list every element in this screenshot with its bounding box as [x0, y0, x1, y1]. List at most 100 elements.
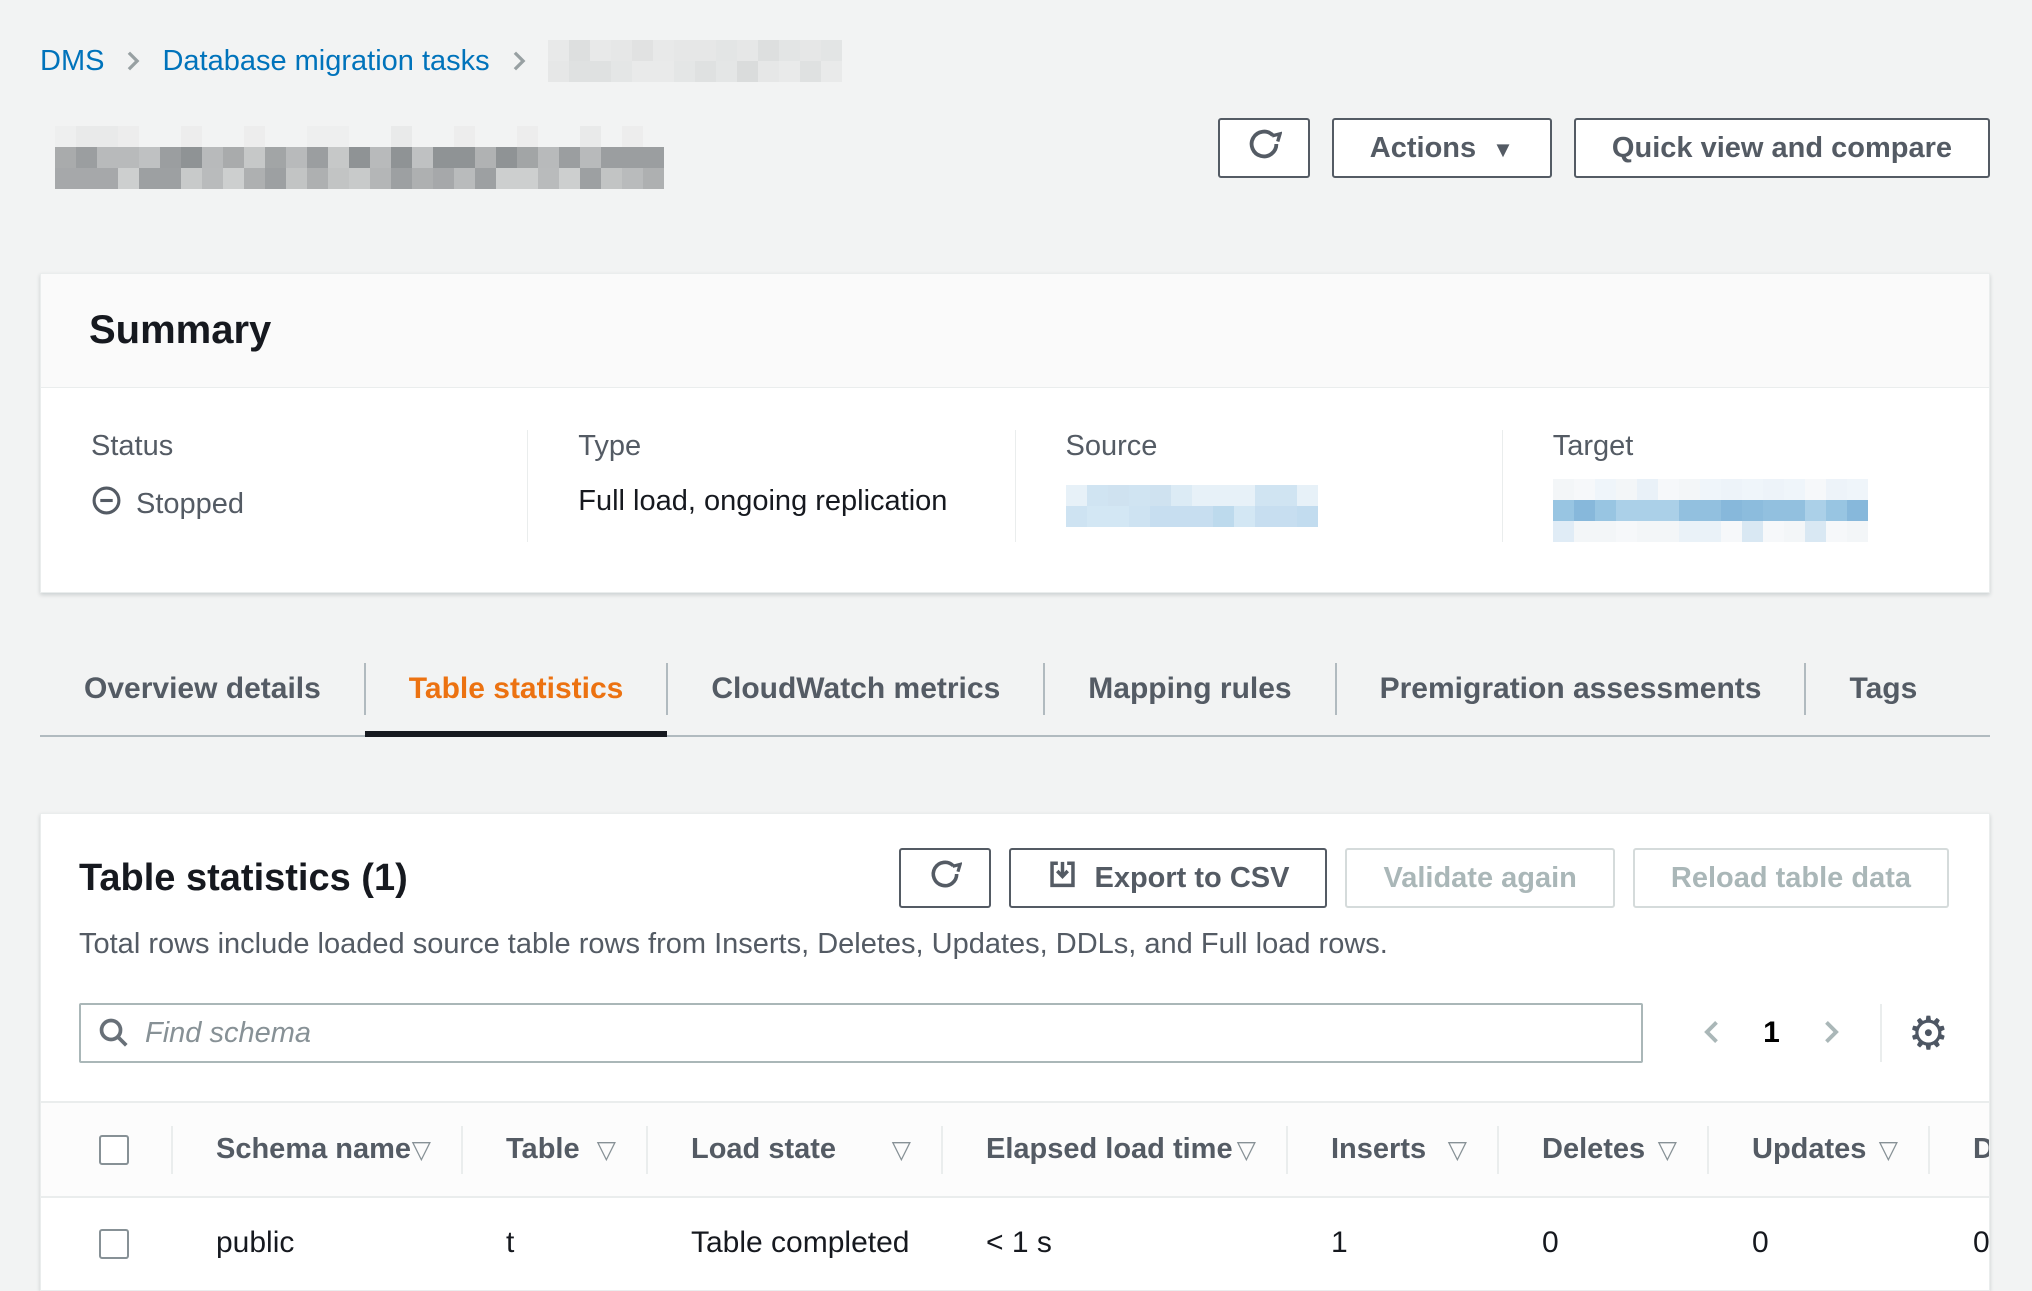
- cell-inserts: 1: [1286, 1197, 1497, 1290]
- statistics-table: Schema name ▽ Table ▽ Load state ▽ Ela: [41, 1101, 1990, 1290]
- summary-field-source: Source: [1015, 430, 1502, 542]
- table-row: public t Table completed < 1 s 1 0 0 0: [41, 1197, 1990, 1290]
- summary-card: Summary Status Stopped Type Full load, o…: [40, 273, 1990, 593]
- tab-mapping-rules[interactable]: Mapping rules: [1044, 643, 1335, 735]
- dms-task-page: DMS Database migration tasks Actions: [0, 0, 2032, 1291]
- actions-button-label: Actions: [1370, 132, 1476, 165]
- cell-table: t: [461, 1197, 646, 1290]
- tab-tags[interactable]: Tags: [1805, 643, 1961, 735]
- summary-card-header: Summary: [41, 274, 1989, 388]
- breadcrumb-item-dms[interactable]: DMS: [40, 45, 104, 78]
- tab-table-statistics[interactable]: Table statistics: [365, 643, 668, 735]
- table-statistics-description: Total rows include loaded source table r…: [79, 928, 1949, 961]
- statistics-table-container: Schema name ▽ Table ▽ Load state ▽ Ela: [41, 1101, 1989, 1290]
- type-label: Type: [578, 430, 964, 463]
- tab-premigration-assessments[interactable]: Premigration assessments: [1336, 643, 1806, 735]
- chevron-right-icon: [508, 48, 530, 74]
- target-value-redacted: [1553, 479, 1868, 542]
- column-header-elapsed-load-time[interactable]: Elapsed load time ▽: [941, 1102, 1286, 1197]
- table-toolbar: Export to CSV Validate again Reload tabl…: [899, 848, 1949, 908]
- export-csv-button[interactable]: Export to CSV: [1009, 848, 1327, 908]
- source-value-redacted: [1066, 485, 1318, 527]
- sort-icon: ▽: [1237, 1135, 1256, 1165]
- cell-elapsed-load-time: < 1 s: [941, 1197, 1286, 1290]
- chevron-left-icon: [1699, 1016, 1727, 1051]
- refresh-button[interactable]: [1218, 118, 1310, 178]
- page-header: Actions ▼ Quick view and compare: [40, 112, 1990, 189]
- summary-field-type: Type Full load, ongoing replication: [527, 430, 1014, 542]
- column-label: Elapsed load time: [986, 1133, 1233, 1165]
- column-header-schema-name[interactable]: Schema name ▽: [171, 1102, 461, 1197]
- cell-schema-name: public: [171, 1197, 461, 1290]
- tab-overview-details[interactable]: Overview details: [40, 643, 365, 735]
- summary-field-status: Status Stopped: [41, 430, 527, 542]
- source-label: Source: [1066, 430, 1452, 463]
- chevron-down-icon: ▼: [1492, 137, 1514, 163]
- table-refresh-button[interactable]: [899, 848, 991, 908]
- divider: [1880, 1004, 1882, 1062]
- summary-title: Summary: [89, 308, 1941, 353]
- status-value: Stopped: [136, 488, 244, 521]
- validate-again-button[interactable]: Validate again: [1345, 848, 1614, 908]
- validate-again-label: Validate again: [1383, 862, 1576, 895]
- column-header-updates[interactable]: Updates ▽: [1707, 1102, 1928, 1197]
- header-actions: Actions ▼ Quick view and compare: [1218, 118, 1990, 178]
- cell-ddls: 0: [1928, 1197, 1990, 1290]
- type-value: Full load, ongoing replication: [578, 485, 964, 518]
- chevron-right-icon: [122, 48, 144, 74]
- table-settings-button[interactable]: ⚙: [1908, 1010, 1949, 1056]
- stopped-status-icon: [91, 485, 122, 524]
- column-header-table[interactable]: Table ▽: [461, 1102, 646, 1197]
- table-card-header: Table statistics (1): [41, 814, 1989, 961]
- actions-button[interactable]: Actions ▼: [1332, 118, 1552, 178]
- quick-view-label: Quick view and compare: [1612, 132, 1952, 165]
- column-header-inserts[interactable]: Inserts ▽: [1286, 1102, 1497, 1197]
- column-header-load-state[interactable]: Load state ▽: [646, 1102, 941, 1197]
- breadcrumb-item-redacted: [548, 40, 842, 82]
- table-header-row: Schema name ▽ Table ▽ Load state ▽ Ela: [41, 1102, 1990, 1197]
- sort-icon: ▽: [1879, 1135, 1898, 1165]
- sort-icon: ▽: [892, 1135, 911, 1165]
- sort-icon: ▽: [412, 1135, 431, 1165]
- quick-view-compare-button[interactable]: Quick view and compare: [1574, 118, 1990, 178]
- row-checkbox[interactable]: [99, 1229, 129, 1259]
- target-label: Target: [1553, 430, 1939, 463]
- column-label: Table: [506, 1133, 580, 1165]
- sort-icon: ▽: [1448, 1135, 1467, 1165]
- refresh-icon: [928, 857, 962, 899]
- refresh-icon: [1246, 126, 1282, 170]
- column-header-ddls[interactable]: DDLs: [1928, 1102, 1990, 1197]
- column-label: Schema name: [216, 1133, 411, 1165]
- table-statistics-card: Table statistics (1): [40, 813, 1990, 1291]
- pagination: 1 ⚙: [1689, 1004, 1949, 1062]
- status-label: Status: [91, 430, 477, 463]
- reload-table-data-button[interactable]: Reload table data: [1633, 848, 1949, 908]
- column-label: Updates: [1752, 1133, 1866, 1165]
- summary-field-target: Target: [1502, 430, 1989, 542]
- cell-deletes: 0: [1497, 1197, 1707, 1290]
- breadcrumb-item-tasks[interactable]: Database migration tasks: [162, 45, 489, 78]
- tab-cloudwatch-metrics[interactable]: CloudWatch metrics: [667, 643, 1044, 735]
- sort-icon: ▽: [597, 1135, 616, 1165]
- previous-page-button[interactable]: [1689, 1008, 1737, 1059]
- column-label: DDLs: [1973, 1133, 1990, 1165]
- gear-icon: ⚙: [1908, 1007, 1949, 1059]
- column-label: Deletes: [1542, 1133, 1645, 1165]
- breadcrumb: DMS Database migration tasks: [40, 38, 1990, 84]
- summary-grid: Status Stopped Type Full load, ongoing r…: [41, 388, 1989, 592]
- find-schema-input[interactable]: [79, 1003, 1643, 1063]
- export-csv-label: Export to CSV: [1094, 862, 1289, 895]
- task-detail-tabs: Overview details Table statistics CloudW…: [40, 643, 1990, 737]
- column-label: Load state: [691, 1133, 836, 1165]
- reload-table-data-label: Reload table data: [1671, 862, 1911, 895]
- column-label: Inserts: [1331, 1133, 1426, 1165]
- next-page-button[interactable]: [1806, 1008, 1854, 1059]
- sort-icon: ▽: [1658, 1135, 1677, 1165]
- column-header-deletes[interactable]: Deletes ▽: [1497, 1102, 1707, 1197]
- chevron-right-icon: [1816, 1016, 1844, 1051]
- select-all-checkbox[interactable]: [99, 1135, 129, 1165]
- page-number[interactable]: 1: [1757, 1015, 1786, 1051]
- cell-load-state: Table completed: [646, 1197, 941, 1290]
- table-filter-row: 1 ⚙: [41, 1003, 1989, 1063]
- cell-updates: 0: [1707, 1197, 1928, 1290]
